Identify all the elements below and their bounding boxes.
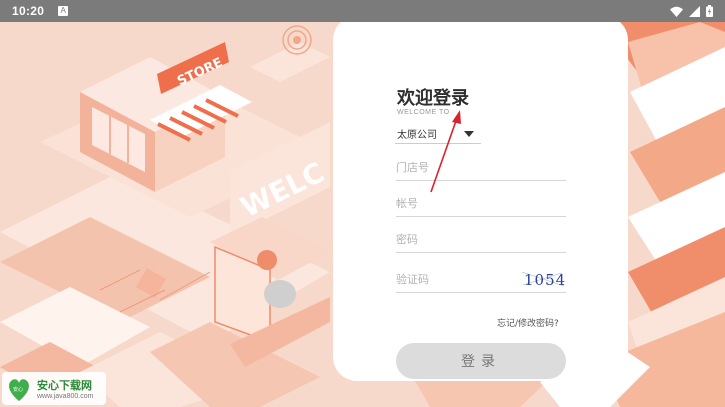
- login-subtitle: WELCOME TO: [397, 109, 450, 116]
- status-icons: [670, 5, 713, 17]
- store-number-field: [396, 155, 566, 181]
- captcha-code: 1054: [524, 271, 566, 289]
- account-field: [396, 191, 566, 217]
- status-time: 10:20: [12, 4, 45, 18]
- captcha-field: 1054: [396, 267, 566, 293]
- captcha-input[interactable]: [396, 267, 516, 292]
- watermark-logo-icon: 安心: [9, 378, 29, 401]
- watermark-logo-text: 安心: [13, 386, 23, 393]
- watermark-text: 安心下载网 www.java800.com: [37, 377, 93, 400]
- city-select[interactable]: 太原公司: [395, 124, 481, 144]
- signal-icon: [689, 5, 700, 17]
- password-input[interactable]: [396, 227, 566, 252]
- notification-icon: A: [58, 6, 69, 16]
- dropdown-arrow-icon: [464, 131, 474, 137]
- watermark-url: www.java800.com: [37, 393, 94, 400]
- store-number-input[interactable]: [396, 155, 566, 180]
- status-bar: 10:20 A: [0, 0, 725, 22]
- battery-icon: [706, 5, 713, 17]
- city-select-value: 太原公司: [397, 130, 437, 141]
- watermark-brand: 安心下载网: [37, 379, 92, 392]
- account-input[interactable]: [396, 191, 566, 216]
- forgot-password-link[interactable]: 忘记/修改密码?: [497, 316, 559, 329]
- login-button[interactable]: 登录: [396, 343, 566, 379]
- password-field: [396, 227, 566, 253]
- captcha-image[interactable]: 1054: [520, 267, 566, 291]
- watermark: 安心 安心下载网 www.java800.com: [2, 372, 106, 405]
- wifi-icon: [670, 6, 683, 17]
- login-title: 欢迎登录: [397, 88, 469, 109]
